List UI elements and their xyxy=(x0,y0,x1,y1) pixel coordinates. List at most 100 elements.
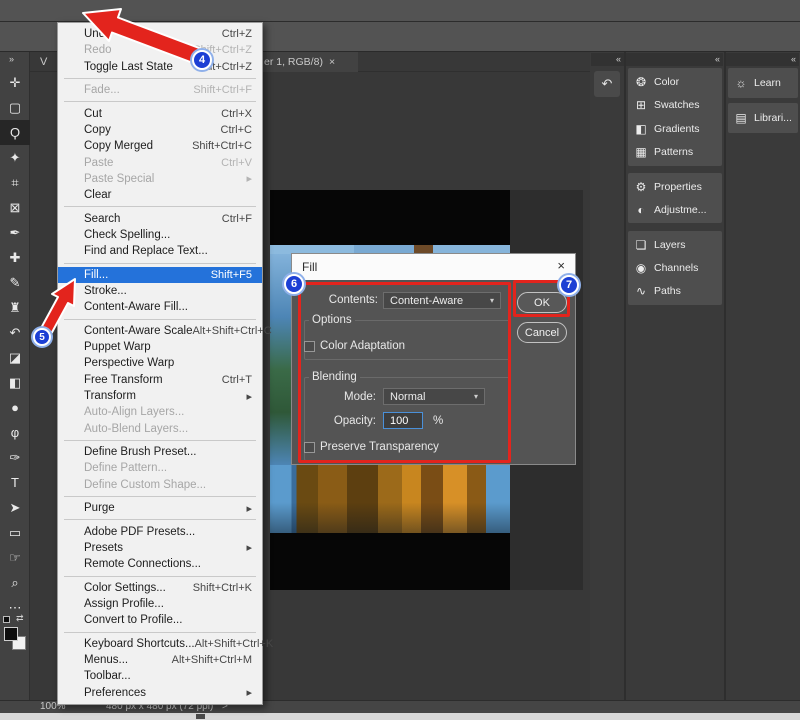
menu-item-content-aware-scale[interactable]: Content-Aware ScaleAlt+Shift+Ctrl+C xyxy=(58,323,262,339)
foreground-color-swatch[interactable] xyxy=(4,627,18,641)
menu-item-fill[interactable]: Fill...Shift+F5 xyxy=(58,267,262,283)
menu-item-color-settings[interactable]: Color Settings...Shift+Ctrl+K xyxy=(58,580,262,596)
menu-item-transform[interactable]: Transform▸ xyxy=(58,388,262,404)
tab-close-icon[interactable]: × xyxy=(329,56,335,68)
menu-item-check-spelling[interactable]: Check Spelling... xyxy=(58,227,262,243)
panel-group-color: ❂Color ⊞Swatches ◧Gradients ▦Patterns xyxy=(628,68,722,166)
menu-item-preferences[interactable]: Preferences▸ xyxy=(58,685,262,701)
cancel-button[interactable]: Cancel xyxy=(517,322,567,343)
menu-item-copy-merged[interactable]: Copy MergedShift+Ctrl+C xyxy=(58,138,262,154)
clone-stamp-tool[interactable]: ♜ xyxy=(0,295,30,320)
pen-tool[interactable]: ✑ xyxy=(0,445,30,470)
panel-group-properties: ⚙Properties ◐Adjustme... xyxy=(628,173,722,223)
zoom-tool[interactable]: ⌕ xyxy=(0,570,30,595)
menu-item-stroke[interactable]: Stroke... xyxy=(58,283,262,299)
panel-button-layers[interactable]: ❏Layers xyxy=(628,233,722,256)
menu-item-undo[interactable]: UndoCtrl+Z xyxy=(58,26,262,42)
hand-tool[interactable]: ☞ xyxy=(0,545,30,570)
blur-tool-icon: ● xyxy=(11,400,19,415)
menu-item-menus[interactable]: Menus...Alt+Shift+Ctrl+M xyxy=(58,652,262,668)
frame-tool[interactable]: ⊠ xyxy=(0,195,30,220)
panel-button-color[interactable]: ❂Color xyxy=(628,70,722,94)
menu-item-toggle-last-state[interactable]: Toggle Last StateAlt+Ctrl+Z xyxy=(58,59,262,75)
menu-item-copy[interactable]: CopyCtrl+C xyxy=(58,122,262,138)
type-tool-icon: T xyxy=(11,475,19,490)
history-brush-tool[interactable]: ↶ xyxy=(0,320,30,345)
panel-button-adjustments[interactable]: ◐Adjustme... xyxy=(628,198,722,221)
healing-brush-tool[interactable]: ✚ xyxy=(0,245,30,270)
zoom-tool-icon: ⌕ xyxy=(11,575,18,591)
history-brush-tool-icon: ↶ xyxy=(10,325,21,341)
eyedropper-tool[interactable]: ✒ xyxy=(0,220,30,245)
menu-item-clear[interactable]: Clear xyxy=(58,187,262,203)
adjustments-icon: ◐ xyxy=(628,203,654,217)
swatches-icon: ⊞ xyxy=(628,98,654,112)
fill-dialog-titlebar[interactable]: Fill xyxy=(292,254,575,280)
menu-item-assign-profile[interactable]: Assign Profile... xyxy=(58,596,262,612)
photo-bottom-strip xyxy=(270,465,510,533)
type-tool[interactable]: T xyxy=(0,470,30,495)
mode-dropdown[interactable]: Normal▾ xyxy=(383,388,485,405)
gradient-tool[interactable]: ◧ xyxy=(0,370,30,395)
menu-item-perspective-warp[interactable]: Perspective Warp xyxy=(58,355,262,371)
dock-collapse-right[interactable]: « xyxy=(726,53,799,66)
path-selection-tool[interactable]: ➤ xyxy=(0,495,30,520)
gradients-icon: ◧ xyxy=(628,122,654,136)
panel-button-patterns[interactable]: ▦Patterns xyxy=(628,141,722,165)
step-badge-6: 6 xyxy=(284,274,304,294)
dock-collapse-middle[interactable]: « xyxy=(626,53,723,66)
shape-tool[interactable]: ▭ xyxy=(0,520,30,545)
menu-item-presets[interactable]: Presets▸ xyxy=(58,540,262,556)
opacity-input[interactable]: 100 xyxy=(383,412,423,429)
collapsed-panel-icon[interactable]: ↶ xyxy=(594,71,620,97)
crop-tool[interactable]: ⌗ xyxy=(0,170,30,195)
contents-dropdown[interactable]: Content-Aware▾ xyxy=(383,292,501,309)
panel-button-libraries[interactable]: ▤Librari... xyxy=(728,103,798,133)
dialog-close-icon[interactable]: × xyxy=(557,258,565,273)
contents-value: Content-Aware xyxy=(390,295,463,307)
menu-item-search[interactable]: SearchCtrl+F xyxy=(58,211,262,227)
ok-button[interactable]: OK xyxy=(517,292,567,313)
chevron-down-icon: ▾ xyxy=(474,392,478,401)
learn-icon: ☼ xyxy=(728,76,754,90)
color-adaptation-checkbox[interactable] xyxy=(304,341,315,352)
menu-item-purge[interactable]: Purge▸ xyxy=(58,500,262,516)
menu-item-cut[interactable]: CutCtrl+X xyxy=(58,106,262,122)
brush-tool[interactable]: ✎ xyxy=(0,270,30,295)
panel-button-properties[interactable]: ⚙Properties xyxy=(628,175,722,198)
menu-item-keyboard-shortcuts[interactable]: Keyboard Shortcuts...Alt+Shift+Ctrl+K xyxy=(58,636,262,652)
move-tool[interactable]: ✛ xyxy=(0,70,30,95)
panel-button-learn[interactable]: ☼Learn xyxy=(728,68,798,98)
panel-button-channels[interactable]: ◉Channels xyxy=(628,256,722,279)
quick-selection-tool[interactable]: ✦ xyxy=(0,145,30,170)
preserve-transparency-checkbox[interactable] xyxy=(304,442,315,453)
swap-colors-icon[interactable]: ⇄ xyxy=(16,613,24,624)
menu-item-free-transform[interactable]: Free TransformCtrl+T xyxy=(58,372,262,388)
panel-button-paths[interactable]: ∿Paths xyxy=(628,280,722,303)
menu-item-toolbar[interactable]: Toolbar... xyxy=(58,668,262,684)
menu-item-content-aware-fill[interactable]: Content-Aware Fill... xyxy=(58,299,262,315)
dodge-tool[interactable]: φ xyxy=(0,420,30,445)
lasso-tool[interactable]: Ϙ xyxy=(0,120,30,145)
menu-item-define-brush-preset[interactable]: Define Brush Preset... xyxy=(58,444,262,460)
menu-item-find-and-replace[interactable]: Find and Replace Text... xyxy=(58,243,262,259)
panel-label: Librari... xyxy=(754,112,792,124)
blur-tool[interactable]: ● xyxy=(0,395,30,420)
menu-item-convert-to-profile[interactable]: Convert to Profile... xyxy=(58,612,262,628)
marquee-tool[interactable]: ▢ xyxy=(0,95,30,120)
default-swatches-icon[interactable] xyxy=(3,616,10,623)
menu-item-adobe-pdf-presets[interactable]: Adobe PDF Presets... xyxy=(58,524,262,540)
properties-icon: ⚙ xyxy=(628,180,654,194)
blending-group-label: Blending xyxy=(309,371,360,383)
panel-button-swatches[interactable]: ⊞Swatches xyxy=(628,94,722,118)
toolbar-overflow-icon[interactable]: » xyxy=(9,54,14,64)
healing-brush-tool-icon: ✚ xyxy=(10,250,21,266)
libraries-icon: ▤ xyxy=(728,111,754,125)
panel-button-gradients[interactable]: ◧Gradients xyxy=(628,117,722,141)
dock-collapse-left[interactable]: « xyxy=(591,53,624,66)
eraser-tool[interactable]: ◪ xyxy=(0,345,30,370)
menu-item-puppet-warp[interactable]: Puppet Warp xyxy=(58,339,262,355)
document-tab-label: er 1, RGB/8) xyxy=(264,56,323,68)
menu-item-remote-connections[interactable]: Remote Connections... xyxy=(58,556,262,572)
document-tab[interactable]: er 1, RGB/8) × xyxy=(256,52,358,72)
